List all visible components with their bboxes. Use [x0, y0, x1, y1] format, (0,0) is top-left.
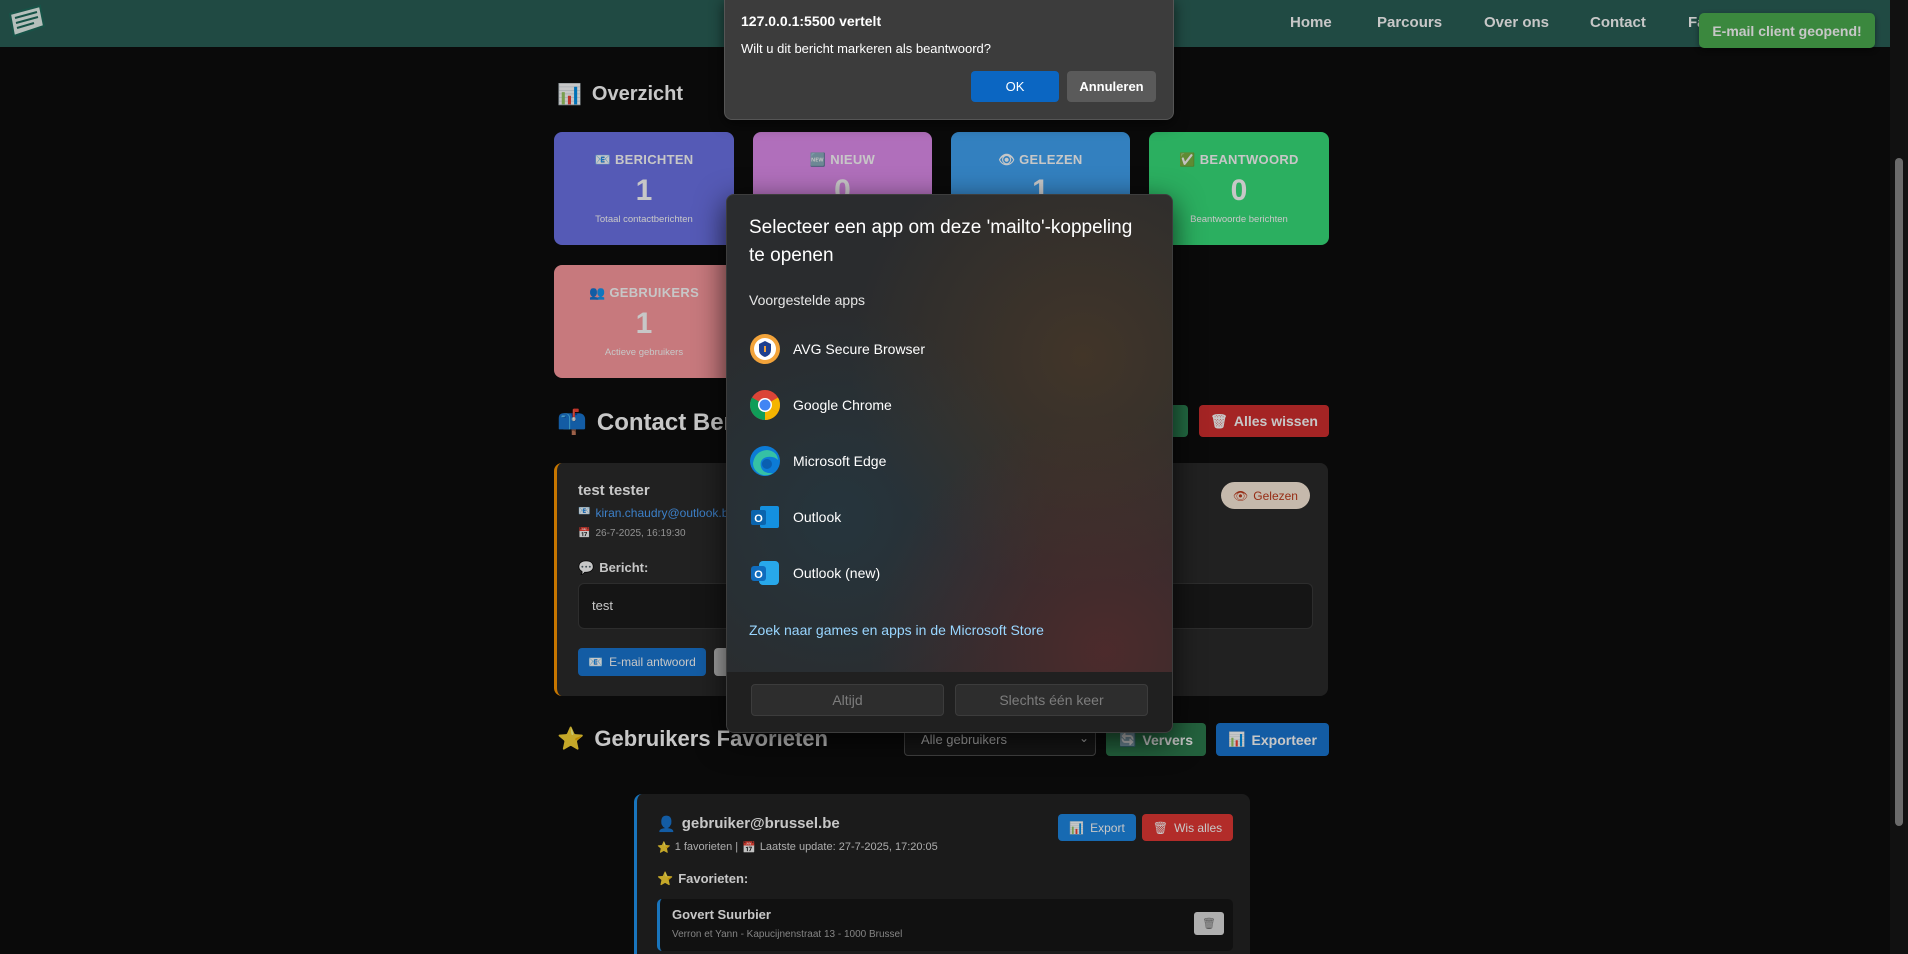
dialog-ok-button[interactable]: OK [971, 71, 1059, 102]
email-reply-button[interactable]: 📧 E-mail antwoord [578, 648, 706, 676]
user-favorites-card: 👤 gebruiker@brussel.be ⭐ 1 favorieten | … [634, 794, 1250, 954]
star-icon: ⭐ [657, 842, 671, 854]
outlook-icon: O [751, 506, 779, 528]
svg-text:O: O [754, 513, 763, 525]
favorite-name: Govert Suurbier [672, 907, 771, 922]
just-once-button[interactable]: Slechts één keer [955, 684, 1148, 716]
dialog-message: Wilt u dit bericht markeren als beantwoo… [741, 41, 992, 56]
sender-email-link[interactable]: kiran.chaudry@outlook.be [595, 506, 735, 520]
dialog-origin: 127.0.0.1:5500 vertelt [741, 13, 882, 29]
chart-icon: 📊 [1228, 731, 1246, 747]
calendar-icon: 📅 [742, 842, 756, 854]
site-logo[interactable] [6, 4, 48, 40]
nav-home[interactable]: Home [1290, 14, 1332, 31]
favorites-count: 1 favorieten | [674, 841, 739, 853]
refresh-icon: 🔄 [1118, 731, 1137, 747]
chart-icon: 📊 [557, 84, 582, 106]
overview-title: 📊 Overzicht [557, 83, 684, 106]
stat-card-messages: 📧 BERICHTEN 1 Totaal contactberichten [554, 132, 734, 245]
status-badge: 👁 Gelezen [1221, 482, 1310, 509]
contact-title: 📫 Contact Beri [557, 408, 740, 437]
eye-icon: 👁 [1233, 488, 1249, 503]
app-option-outlook-new[interactable]: O Outlook (new) [749, 553, 880, 593]
app-option-avg[interactable]: AVG Secure Browser [749, 329, 925, 369]
picker-title: Selecteer een app om deze 'mailto'-koppe… [749, 217, 1133, 266]
envelope-icon: 📧 [594, 152, 612, 167]
chart-icon: 📊 [1069, 820, 1085, 835]
avg-browser-icon [750, 334, 780, 364]
edge-icon [750, 446, 780, 476]
envelope-icon: 📧 [588, 655, 604, 669]
always-button[interactable]: Altijd [751, 684, 944, 716]
eye-icon: 👁 [998, 152, 1016, 167]
check-icon: ✅ [1179, 152, 1196, 167]
stat-card-users: 👥 GEBRUIKERS 1 Actieve gebruikers [554, 265, 734, 378]
star-icon: ⭐ [657, 871, 674, 886]
calendar-icon: 📅 [578, 528, 591, 539]
app-option-edge[interactable]: Microsoft Edge [749, 441, 886, 481]
favorite-item: Govert Suurbier Verron et Yann - Kapucij… [657, 899, 1233, 951]
users-icon: 👥 [588, 285, 606, 300]
star-icon: ⭐ [557, 726, 585, 751]
user-export-button[interactable]: 📊 Export [1058, 814, 1136, 841]
chrome-icon [749, 390, 781, 420]
app-option-chrome[interactable]: Google Chrome [749, 385, 892, 425]
page-scrollbar[interactable] [1890, 0, 1908, 954]
trash-icon: 🗑 [1202, 918, 1216, 930]
speech-bubble-icon: 💬 [578, 560, 595, 575]
user-email: gebruiker@brussel.be [681, 815, 840, 832]
user-icon: 👤 [657, 816, 676, 833]
nav-parcours[interactable]: Parcours [1377, 14, 1442, 31]
favorites-label: Favorieten: [678, 871, 749, 886]
confirm-dialog: 127.0.0.1:5500 vertelt Wilt u dit berich… [724, 0, 1174, 120]
stat-card-answered: ✅ BEANTWOORD 0 Beantwoorde berichten [1149, 132, 1329, 245]
user-clear-button[interactable]: 🗑 Wis alles [1142, 814, 1233, 841]
envelope-icon: 📧 [578, 506, 591, 517]
last-update: Laatste update: 27-7-2025, 17:20:05 [759, 841, 938, 853]
nav-contact[interactable]: Contact [1590, 14, 1646, 31]
message-label: Bericht: [599, 560, 649, 575]
sender-name: test tester [578, 482, 650, 499]
svg-text:O: O [754, 569, 763, 581]
trash-icon: 🗑 [1152, 820, 1169, 835]
picker-footer: Altijd Slechts één keer [727, 672, 1172, 732]
favorite-address: Verron et Yann - Kapucijnenstraat 13 - 1… [672, 929, 903, 940]
app-picker-dialog: Selecteer een app om deze 'mailto'-koppe… [726, 194, 1173, 733]
chevron-down-icon: ⌄ [1078, 731, 1089, 745]
remove-favorite-button[interactable]: 🗑 [1194, 912, 1224, 935]
outlook-new-icon: O [751, 561, 779, 585]
app-option-outlook[interactable]: O Outlook [749, 497, 841, 537]
message-date: 26-7-2025, 16:19:30 [595, 528, 686, 539]
dialog-cancel-button[interactable]: Annuleren [1067, 71, 1156, 102]
export-all-button[interactable]: 📊 Exporteer [1216, 723, 1329, 756]
toast-notification: E-mail client geopend! [1699, 13, 1875, 48]
mailbox-icon: 📫 [557, 409, 587, 436]
nav-over-ons[interactable]: Over ons [1484, 14, 1549, 31]
store-link[interactable]: Zoek naar games en apps in de Microsoft … [749, 622, 1044, 638]
new-icon: 🆕 [809, 152, 827, 167]
scrollbar-thumb[interactable] [1895, 158, 1903, 826]
trash-icon: 🗑 [1210, 412, 1228, 429]
suggested-apps-label: Voorgestelde apps [749, 292, 865, 308]
clear-all-button[interactable]: 🗑 Alles wissen [1199, 405, 1329, 437]
